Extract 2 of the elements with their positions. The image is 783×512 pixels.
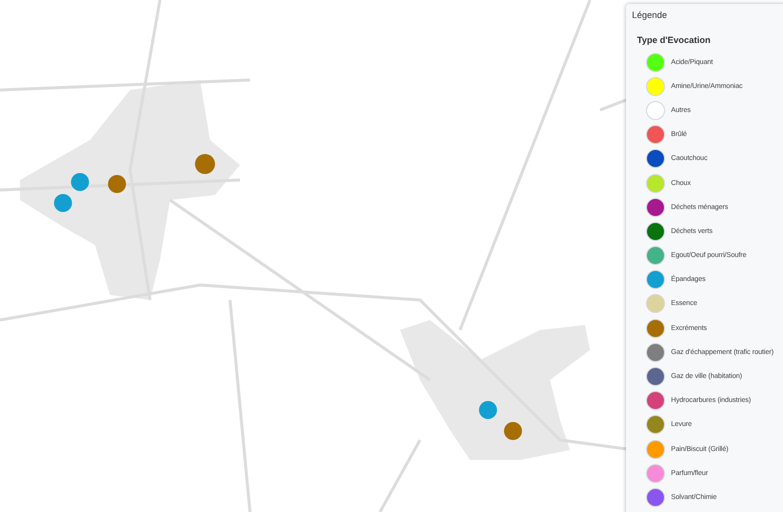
legend-title: Légende — [632, 10, 668, 22]
legend-group-title: Type d'Evocation — [637, 35, 712, 45]
